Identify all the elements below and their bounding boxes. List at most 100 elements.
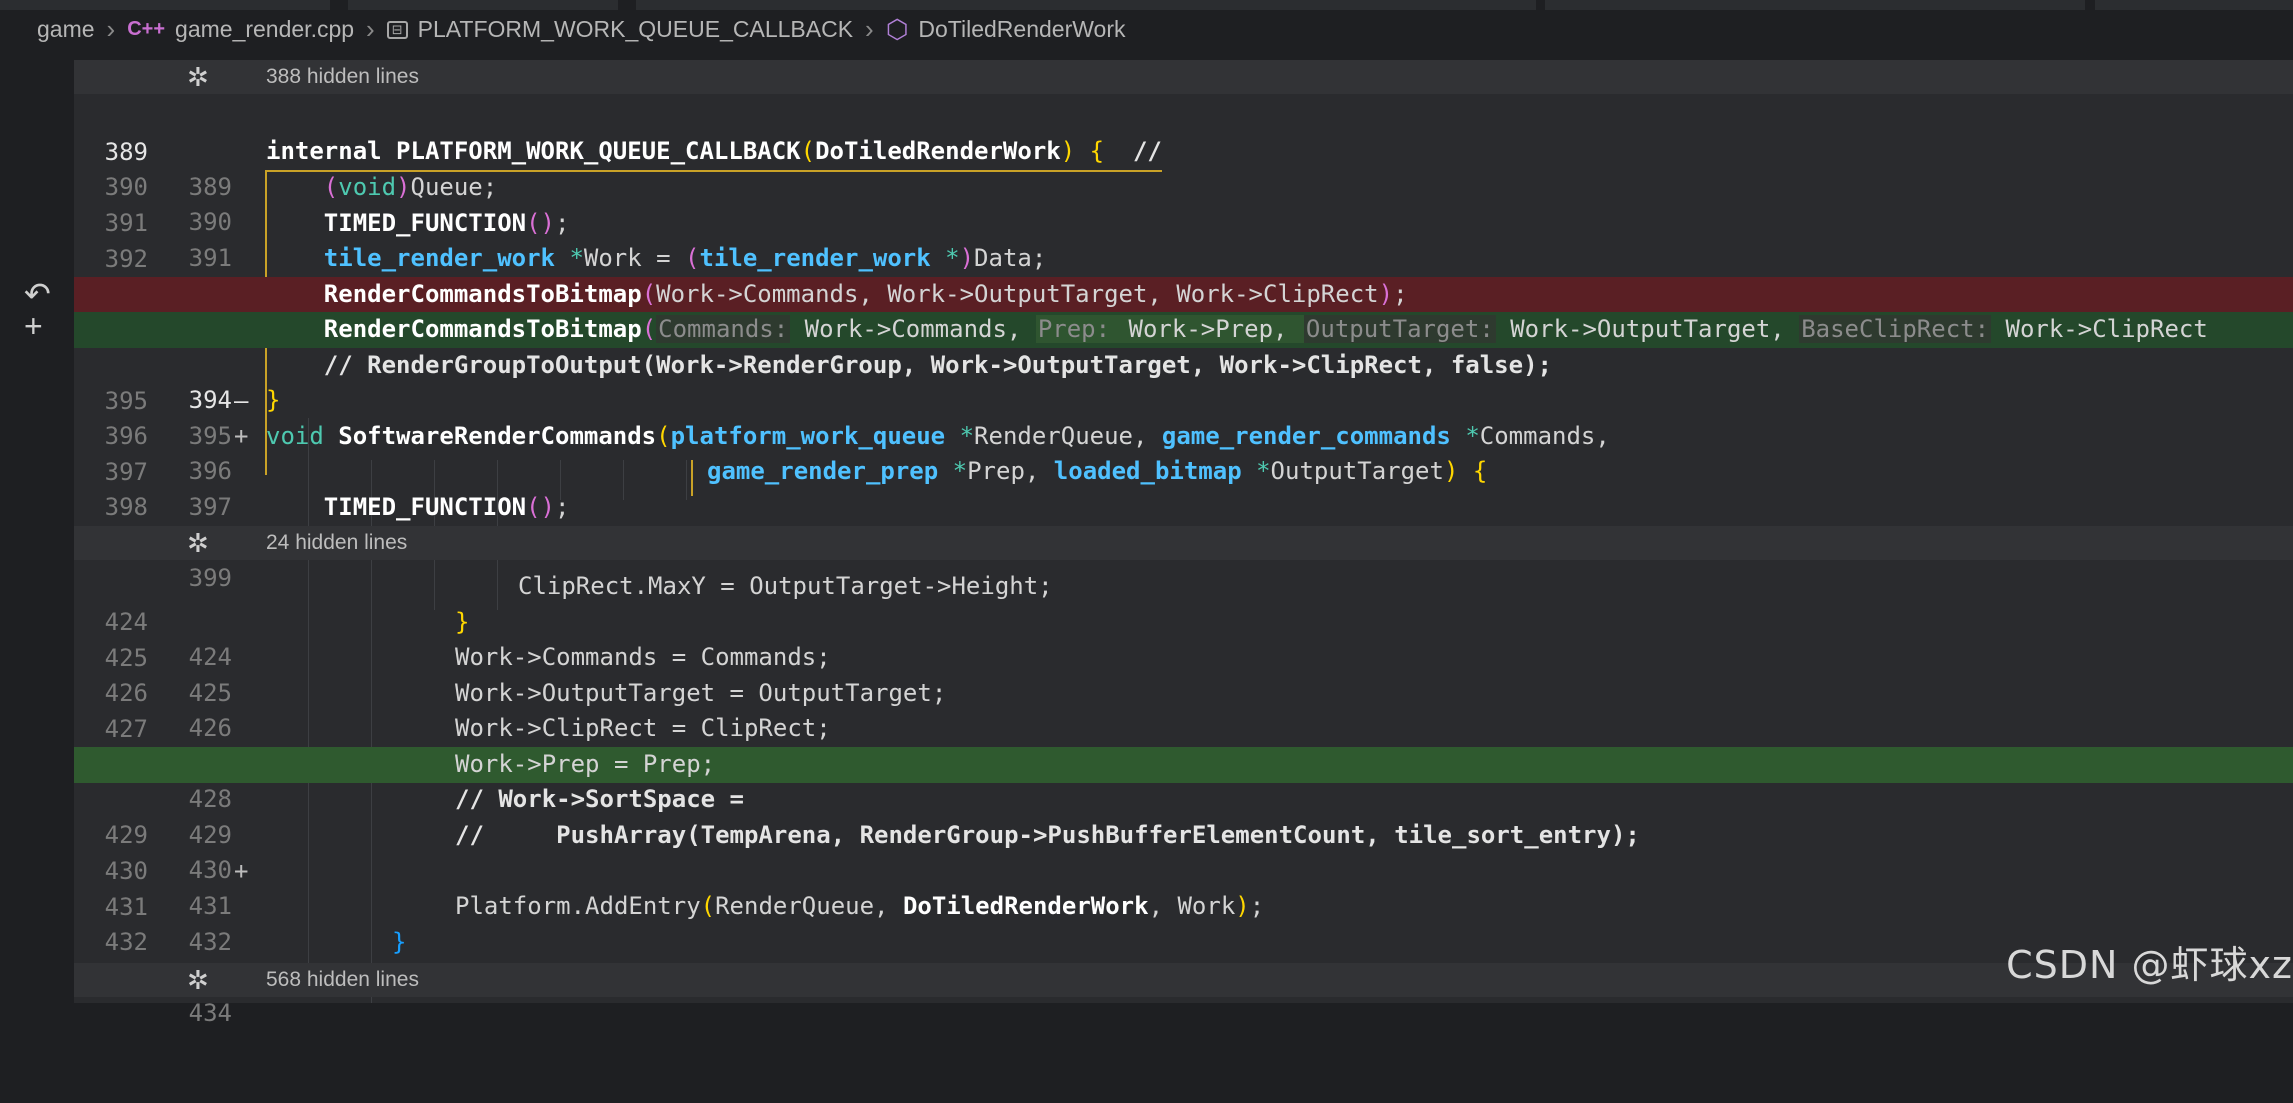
diff-editor[interactable]: ✲ 388 hidden lines 389 389 390 390 inter…: [74, 60, 2293, 1027]
hidden-lines-banner[interactable]: ✲ 388 hidden lines: [74, 60, 2293, 94]
code-line[interactable]: 429 430 // Work->SortSpace =: [74, 782, 2293, 884]
macro-name: PLATFORM_WORK_QUEUE_CALLBACK: [396, 137, 801, 165]
code-line[interactable]: 395 395 // RenderGroupToOutput(Work->Ren…: [74, 348, 2293, 450]
revert-change-icon[interactable]: ↶: [24, 278, 51, 310]
code-line[interactable]: 427 427 Work->OutputTarget = OutputTarge…: [74, 676, 2293, 778]
type-name: loaded_bitmap: [1053, 457, 1242, 485]
code-token: Work->OutputTarget = OutputTarget;: [455, 679, 947, 707]
code-line[interactable]: 425 425 }: [74, 605, 2293, 707]
brace: }: [266, 386, 281, 414]
code-line[interactable]: 426 426 Work->Commands = Commands;: [74, 640, 2293, 742]
code-line[interactable]: 398 398 game_render_prep *Prep, loaded_b…: [74, 454, 2293, 556]
code-line[interactable]: 424 424 ClipRect.MaxY = OutputTarget->He…: [74, 569, 2293, 671]
code-token: ;: [555, 209, 570, 237]
function-name: TIMED_FUNCTION: [323, 209, 527, 237]
code-line[interactable]: 430 431 // PushArray(TempArena, RenderGr…: [74, 818, 2293, 920]
code-text: Work->ClipRect = ClipRect;: [455, 711, 831, 747]
code-token: OutputTarget: [1270, 457, 1444, 485]
unfold-icon[interactable]: ✲: [187, 526, 209, 560]
code-token: Work->ClipRect = ClipRect;: [455, 714, 831, 742]
stage-change-icon[interactable]: +: [24, 310, 43, 342]
bracket: (): [526, 493, 555, 521]
bracket: (: [641, 280, 657, 308]
pointer-star: *: [938, 457, 968, 485]
inlay-hint: OutputTarget:: [1303, 315, 1496, 343]
comment: // PushArray(TempArena, RenderGroup->Pus…: [455, 821, 1640, 849]
code-line[interactable]: 428 428 Work->ClipRect = ClipRect;: [74, 711, 2293, 813]
type-name: tile_render_work: [699, 244, 931, 272]
code-token: Work->Commands,: [790, 315, 1036, 343]
bracket: (: [323, 173, 339, 201]
breadcrumb: game › C++ game_render.cpp › ⊟ PLATFORM_…: [37, 14, 1126, 45]
bracket: (: [641, 315, 657, 343]
breadcrumb-folder[interactable]: game: [37, 16, 95, 43]
code-text: }: [392, 925, 406, 961]
diff-gutter: ↶ +: [0, 60, 74, 1003]
code-line[interactable]: 390 390 internal PLATFORM_WORK_QUEUE_CAL…: [74, 134, 2293, 236]
pointer-star: *: [1241, 457, 1271, 485]
type-name: platform_work_queue: [670, 422, 946, 450]
code-token: RenderQueue,: [715, 892, 903, 920]
code-token: Work =: [583, 244, 686, 272]
new-line-number: 434: [188, 999, 232, 1028]
code-text: internal PLATFORM_WORK_QUEUE_CALLBACK(Do…: [266, 134, 1162, 172]
code-token: Work->Prep,: [1112, 315, 1304, 343]
brace: }: [455, 608, 470, 636]
chevron-right-icon: ›: [106, 14, 116, 44]
inlay-hint: Commands:: [656, 315, 791, 343]
comment: // Work->SortSpace =: [455, 785, 744, 813]
code-line[interactable]: 392 392 TIMED_FUNCTION();: [74, 206, 2293, 308]
function-name: DoTiledRenderWork: [815, 137, 1061, 165]
code-line[interactable]: 393 393 tile_render_work *Work = (tile_r…: [74, 241, 2293, 343]
code-line[interactable]: 389 389: [74, 99, 2293, 202]
pointer-star: *: [1450, 422, 1480, 450]
code-text: // Work->SortSpace =: [455, 782, 744, 818]
breadcrumb-file[interactable]: game_render.cpp: [175, 16, 354, 43]
code-line[interactable]: 399 399 TIMED_FUNCTION();: [74, 490, 2293, 592]
code-token: ClipRect.MaxY = OutputTarget->Height;: [518, 572, 1053, 600]
code-line[interactable]: 396 396 }: [74, 383, 2293, 485]
tab-strip-segment: [636, 0, 1536, 10]
removed-code-line[interactable]: 394 — RenderCommandsToBitmap(Work->Comma…: [74, 277, 2293, 415]
inlay-hint: BaseClipRect:: [1799, 315, 1992, 343]
code-text: tile_render_work *Work = (tile_render_wo…: [266, 241, 1047, 277]
code-text: game_render_prep *Prep, loaded_bitmap *O…: [707, 454, 1487, 490]
pointer-star: *: [945, 422, 975, 450]
code-line[interactable]: 397 397 void SoftwareRenderCommands(plat…: [74, 419, 2293, 521]
breadcrumb-macro[interactable]: PLATFORM_WORK_QUEUE_CALLBACK: [418, 16, 853, 43]
chevron-right-icon: ›: [366, 14, 375, 44]
bracket: ): [959, 244, 975, 272]
code-text: void SoftwareRenderCommands(platform_wor…: [266, 419, 1610, 455]
hidden-lines-banner[interactable]: ✲ 568 hidden lines: [74, 963, 2293, 997]
code-token: Work->ClipRect: [1991, 315, 2208, 343]
code-line[interactable]: 391 391 (void)Queue;: [74, 170, 2293, 272]
code-text: TIMED_FUNCTION();: [266, 206, 570, 242]
code-text: TIMED_FUNCTION();: [266, 490, 570, 526]
code-line[interactable]: 433 434 }: [74, 925, 2293, 1027]
cube-icon: ⬡: [885, 14, 909, 44]
code-token: Data;: [974, 244, 1047, 272]
brace: {: [1458, 457, 1488, 485]
code-text: }: [455, 605, 469, 641]
code-token: Prep,: [967, 457, 1054, 485]
keyword: void: [266, 422, 324, 450]
unfold-icon[interactable]: ✲: [187, 60, 209, 94]
function-name: RenderCommandsToBitmap: [323, 315, 642, 343]
hidden-lines-banner[interactable]: ✲ 24 hidden lines: [74, 526, 2293, 560]
code-token: Commands,: [1479, 422, 1610, 450]
pointer-star: *: [930, 244, 960, 272]
code-text: ClipRect.MaxY = OutputTarget->Height;: [518, 569, 1053, 605]
code-line[interactable]: 431 432: [74, 854, 2293, 957]
breadcrumb-symbol[interactable]: DoTiledRenderWork: [918, 16, 1125, 43]
added-code-line[interactable]: 394 + RenderCommandsToBitmap(Commands: W…: [74, 312, 2293, 450]
comment: // RenderGroupToOutput(Work->RenderGroup…: [323, 351, 1552, 379]
keyword: internal: [266, 137, 382, 165]
breadcrumb-bar: game › C++ game_render.cpp › ⊟ PLATFORM_…: [0, 0, 2293, 60]
unfold-icon[interactable]: ✲: [187, 963, 209, 997]
tab-strip-segment: [1545, 0, 2085, 10]
brace: {: [1089, 137, 1105, 165]
added-code-line[interactable]: 429 + Work->Prep = Prep;: [74, 747, 2293, 885]
code-line[interactable]: 432 433 Platform.AddEntry(RenderQueue, D…: [74, 889, 2293, 991]
tab-strip-segment: [2095, 0, 2293, 10]
code-text: Work->Prep = Prep;: [455, 747, 715, 783]
